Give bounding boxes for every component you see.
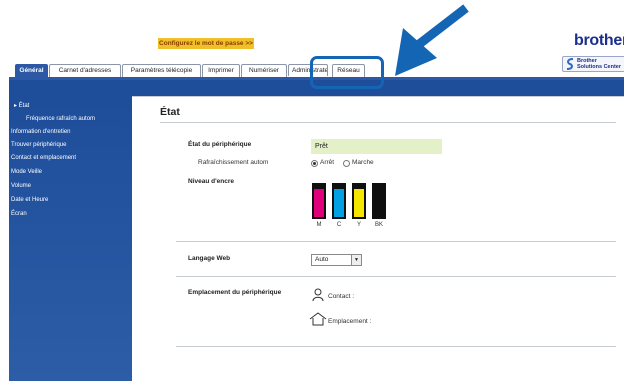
auto-refresh-label: Rafraîchissement autom	[198, 159, 269, 166]
ink-cartridge-black	[372, 183, 386, 219]
web-language-value: Auto	[315, 256, 329, 263]
device-location-label: Emplacement du périphérique	[188, 289, 282, 296]
header	[9, 30, 624, 60]
sidebar-item-volume[interactable]: Volume	[11, 181, 134, 191]
ink-fill-black	[374, 189, 384, 217]
ink-fill-magenta	[314, 189, 324, 217]
contact-person-icon	[312, 288, 324, 302]
ink-label-c: C	[336, 222, 342, 228]
contact-label: Contact :	[328, 293, 355, 300]
auto-refresh-on-radio[interactable]	[343, 160, 350, 167]
sidebar-item-date-time[interactable]: Date et Heure	[11, 195, 134, 205]
tab-scan[interactable]: Numériser	[241, 64, 287, 77]
tab-fax-settings[interactable]: Paramètres télécopie	[122, 64, 201, 77]
auto-refresh-off-radio[interactable]	[311, 160, 318, 167]
sidebar-item-auto-refresh[interactable]: Fréquence rafraîch autom	[26, 114, 149, 124]
section-divider-1	[176, 241, 616, 242]
auto-refresh-on-label: Marche	[352, 159, 374, 166]
set-password-link[interactable]: Configurez le mot de passe >>	[158, 38, 254, 49]
ink-level-label: Niveau d'encre	[188, 178, 234, 185]
chevron-down-icon[interactable]: ▼	[351, 255, 361, 265]
sidebar-item-find-device[interactable]: Trouver périphérique	[11, 140, 134, 150]
sidebar-item-screen[interactable]: Écran	[11, 209, 134, 219]
page-title: État	[160, 106, 180, 118]
tab-network[interactable]: Réseau	[332, 64, 365, 77]
tab-general[interactable]: Général	[15, 64, 48, 77]
section-divider-3	[176, 346, 616, 347]
ink-fill-cyan	[334, 189, 344, 217]
tab-address-book[interactable]: Carnet d'adresses	[49, 64, 121, 77]
ink-cartridge-cyan	[332, 183, 346, 219]
tab-bar: Général Carnet d'adresses Paramètres tél…	[9, 60, 624, 78]
title-divider	[160, 122, 616, 123]
brother-web-management-page: Configurez le mot de passe >> brother Br…	[0, 0, 624, 381]
device-status-value: Prêt	[311, 139, 442, 154]
location-label: Emplacement :	[328, 318, 372, 325]
tab-print[interactable]: Imprimer	[202, 64, 240, 77]
location-house-icon	[309, 312, 327, 326]
tab-administrator[interactable]: Administrateur	[288, 64, 328, 76]
ink-label-y: Y	[356, 222, 361, 228]
sidebar-item-maintenance-info[interactable]: Information d'entretien	[11, 127, 134, 137]
sidebar-item-status[interactable]: ▸ État	[14, 101, 137, 111]
ink-cartridge-yellow	[352, 183, 366, 219]
ink-cartridge-magenta	[312, 183, 326, 219]
ink-label-bk: BK	[374, 222, 383, 228]
web-language-label: Langage Web	[188, 255, 231, 262]
web-language-select[interactable]: Auto ▼	[311, 254, 362, 266]
sidebar-item-sleep-mode[interactable]: Mode Veille	[11, 167, 134, 177]
auto-refresh-off-label: Arrêt	[320, 159, 335, 166]
ink-label-m: M	[316, 222, 322, 228]
brother-logo: brother	[574, 32, 624, 49]
sidebar-item-contact-location[interactable]: Contact et emplacement	[11, 153, 134, 163]
section-divider-2	[176, 276, 616, 277]
sidebar: ▸ État Fréquence rafraîch autom Informat…	[9, 97, 132, 381]
device-status-label: État du périphérique	[188, 141, 252, 148]
ink-fill-yellow	[354, 189, 364, 217]
